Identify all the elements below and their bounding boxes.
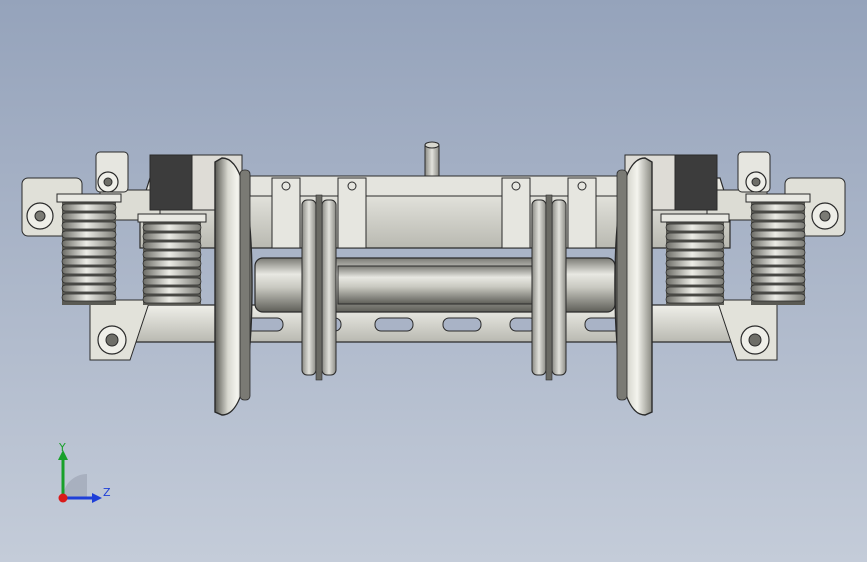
bogie-model[interactable]: [0, 0, 867, 562]
x-axis-dot: [58, 493, 68, 503]
3d-viewport[interactable]: Y Z: [0, 0, 867, 562]
coordinate-triad: Y Z: [48, 438, 118, 510]
wheel-right[interactable]: [614, 157, 653, 416]
spring-inner-left[interactable]: [137, 213, 207, 305]
y-axis-label: Y: [59, 441, 66, 454]
wheel-left[interactable]: [214, 157, 253, 416]
spring-inner-right[interactable]: [660, 213, 730, 305]
brake-disc-left[interactable]: [301, 194, 337, 381]
center-pivot-pin[interactable]: [424, 141, 440, 180]
spring-outer-right[interactable]: [745, 193, 811, 305]
z-axis-label: Z: [103, 486, 111, 499]
brake-disc-right[interactable]: [531, 194, 567, 381]
spring-outer-left[interactable]: [56, 193, 122, 305]
